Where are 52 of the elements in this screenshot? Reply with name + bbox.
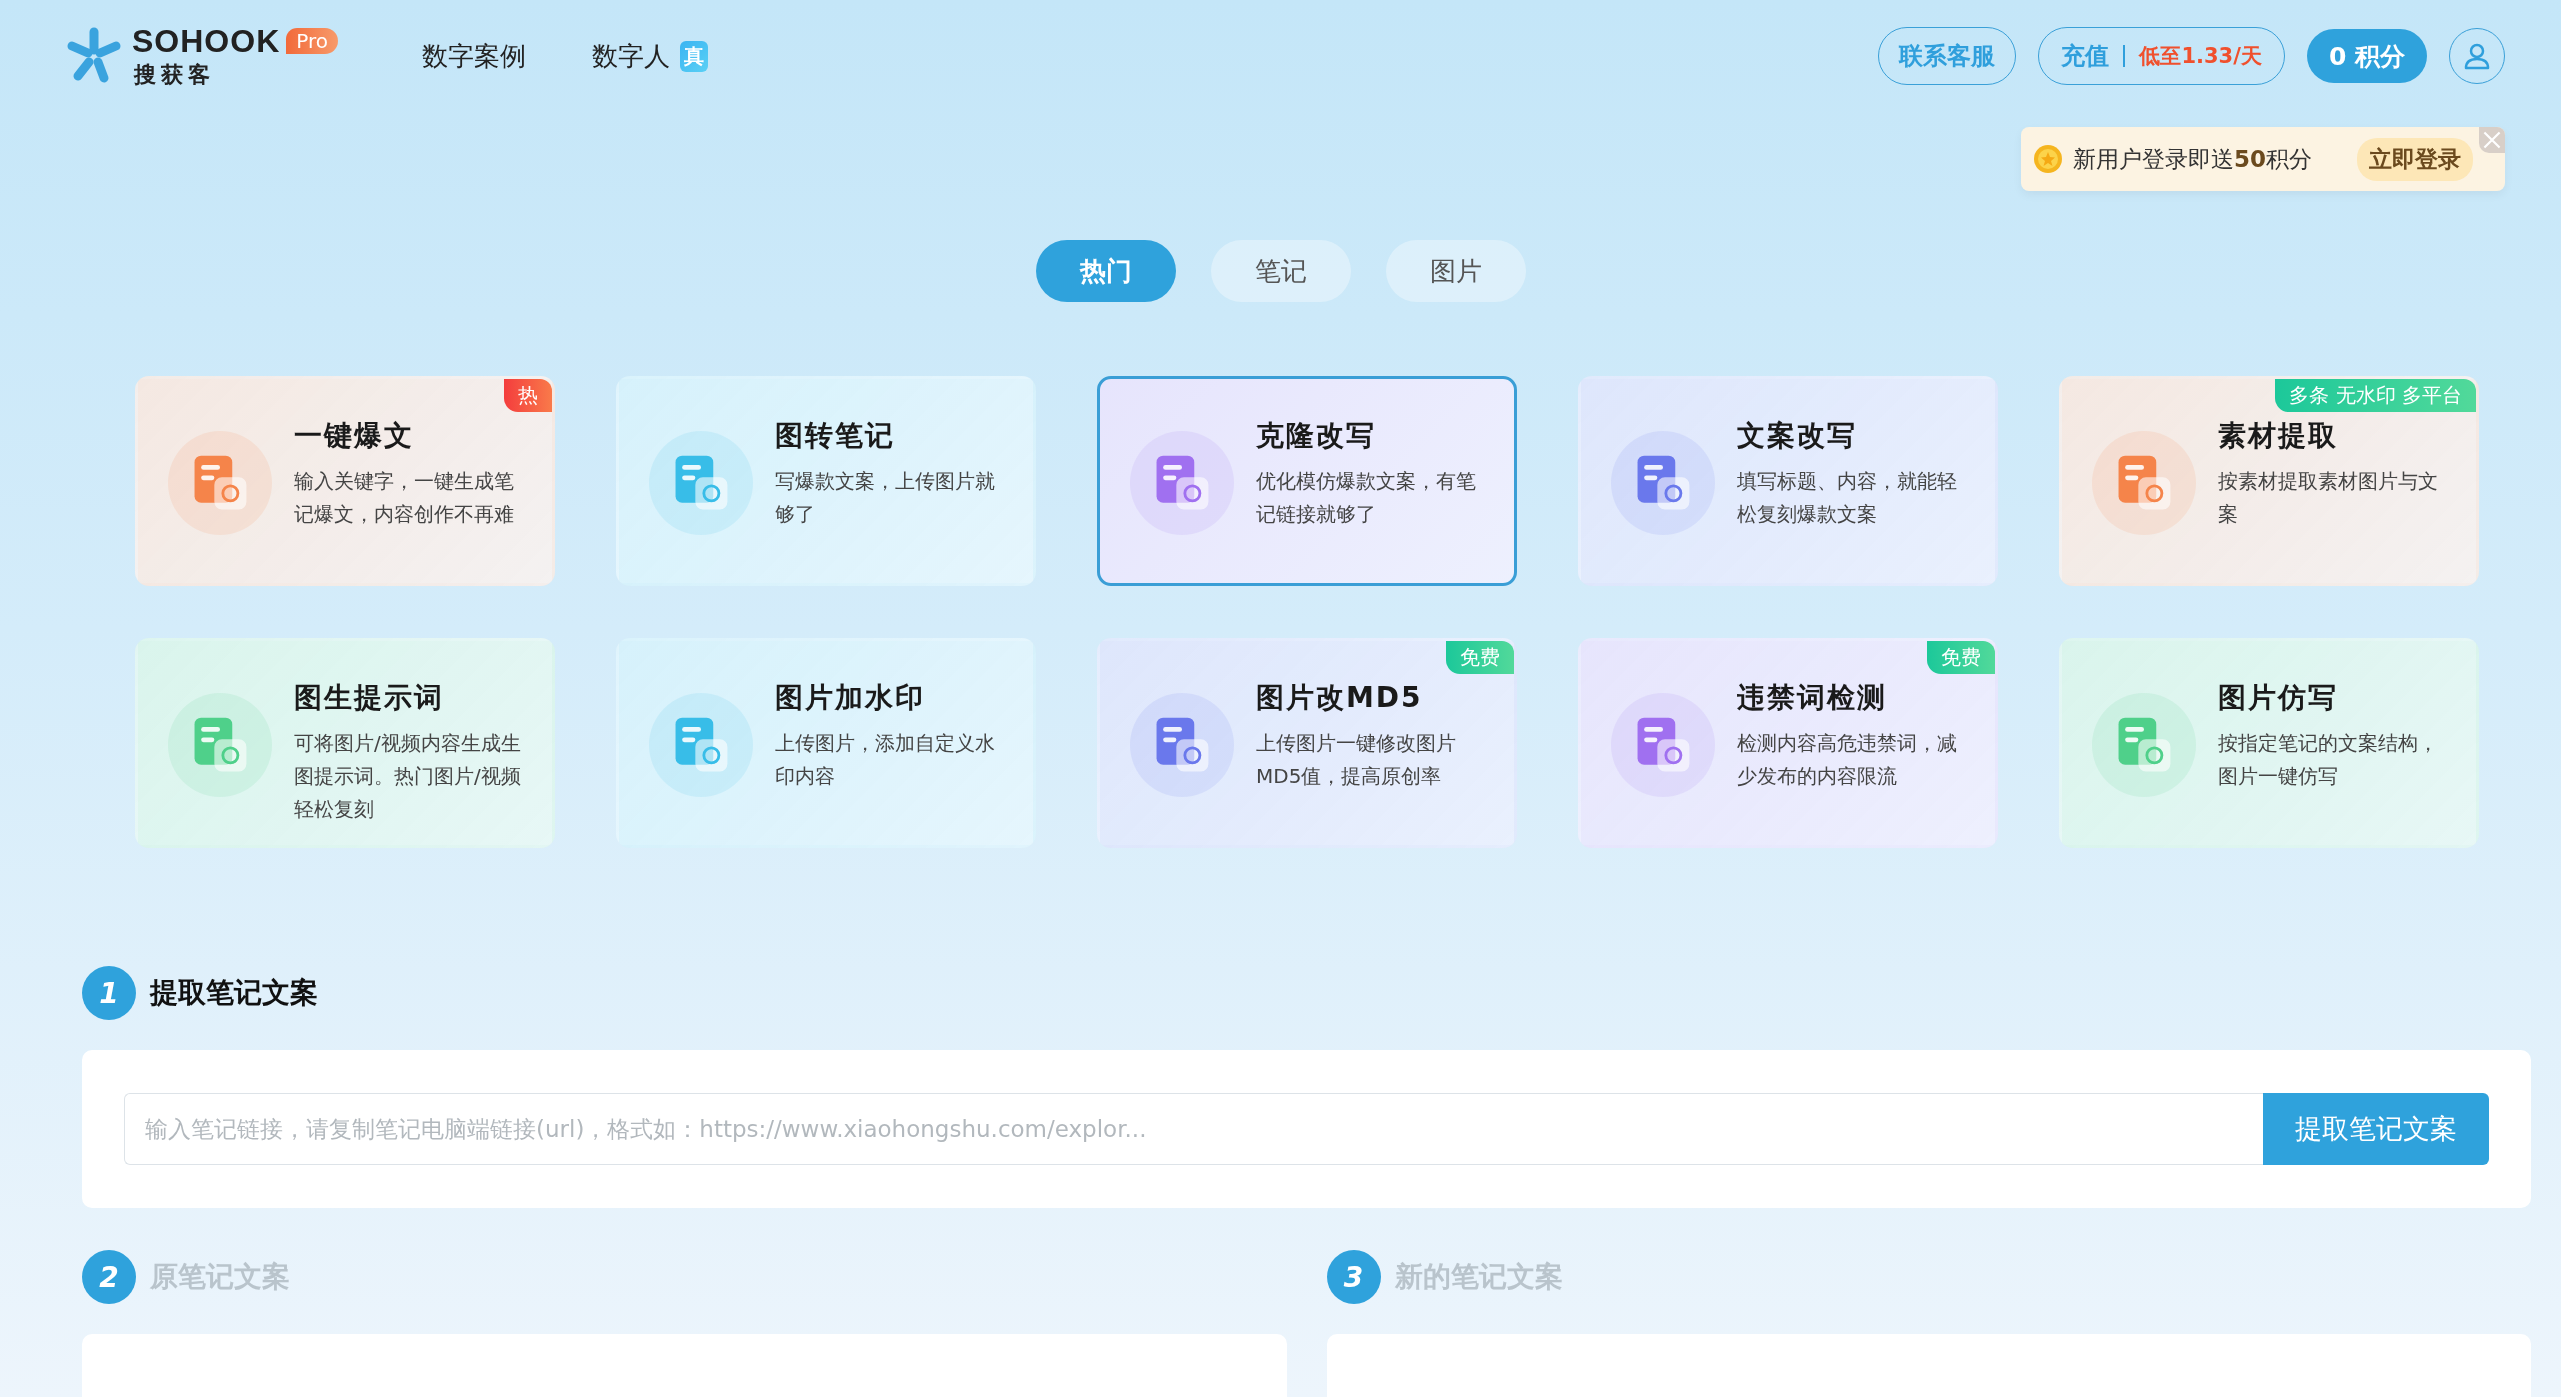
promo-text: 低至1.33/天 [2139, 43, 2262, 70]
card-badge: 多条 无水印 多平台 [2275, 379, 2476, 412]
nav-link[interactable]: 数字案例 [421, 38, 526, 74]
card-description: 上传图片一键修改图片MD5值，提高原创率 [1256, 730, 1457, 790]
card-title: 素材提取 [2218, 418, 2339, 454]
card-badge: 免费 [1927, 641, 1995, 674]
tool-card[interactable]: 图转笔记 写爆款文案，上传图片就够了 [616, 376, 1036, 586]
close-icon[interactable] [2479, 127, 2505, 153]
card-title: 图转笔记 [775, 418, 896, 454]
pro-badge: Pro [286, 28, 338, 54]
card-description: 上传图片，添加自定义水印内容 [775, 730, 996, 790]
card-description: 可将图片/视频内容生成生图提示词。热门图片/视频轻松复刻 [294, 730, 522, 823]
card-title: 克隆改写 [1256, 418, 1377, 454]
url-input-field[interactable]: 输入笔记链接，请复制笔记电脑端链接(url)，格式如：https://www.xiaohongshu.com/explor... [124, 1093, 2263, 1165]
brand-name: SOHOOK [132, 22, 281, 60]
card-title: 图生提示词 [294, 680, 445, 716]
category-tab[interactable]: 笔记 [1210, 240, 1351, 302]
card-title: 图片仿写 [2218, 680, 2339, 716]
card-title: 图片改MD5 [1256, 680, 1424, 716]
promo-message: 新用户登录即送50积分 [2073, 144, 2312, 174]
step-title: 提取笔记文案 [150, 975, 318, 1011]
step-number: 1 [82, 966, 136, 1020]
step-number: 3 [1326, 1250, 1381, 1304]
nav-badge: 真 [679, 40, 708, 72]
tool-card[interactable]: 热 一键爆文 输入关键字，一键生成笔记爆文，内容创作不再难 [135, 376, 555, 586]
card-title: 图片加水印 [775, 680, 926, 716]
star-coin-icon [2033, 144, 2063, 174]
step-number: 2 [82, 1250, 136, 1304]
tool-card[interactable]: 多条 无水印 多平台 素材提取 按素材提取素材图片与文案 [2059, 376, 2479, 586]
card-badge: 免费 [1446, 641, 1514, 674]
tool-card[interactable]: 图片加水印 上传图片，添加自定义水印内容 [616, 638, 1036, 848]
tool-card[interactable]: 文案改写 填写标题、内容，就能轻松复刻爆款文案 [1578, 376, 1998, 586]
login-button[interactable]: 立即登录 [2357, 137, 2473, 181]
card-description: 输入关键字，一键生成笔记爆文，内容创作不再难 [294, 468, 515, 528]
brand-subtitle: 搜获客 [134, 60, 216, 89]
card-description: 按指定笔记的文案结构，图片一键仿写 [2218, 730, 2439, 790]
card-description: 写爆款文案，上传图片就够了 [775, 468, 996, 528]
tool-card[interactable]: 图片仿写 按指定笔记的文案结构，图片一键仿写 [2059, 638, 2479, 848]
card-description: 填写标题、内容，就能轻松复刻爆款文案 [1737, 468, 1958, 528]
card-title: 文案改写 [1737, 418, 1858, 454]
category-tab[interactable]: 图片 [1385, 240, 1526, 302]
tool-card[interactable]: 免费 违禁词检测 检测内容高危违禁词，减少发布的内容限流 [1578, 638, 1998, 848]
card-description: 优化模仿爆款文案，有笔记链接就够了 [1256, 468, 1477, 528]
card-title: 一键爆文 [294, 418, 415, 454]
nav-link[interactable]: 数字人 真 [591, 38, 708, 74]
tool-card[interactable]: 图生提示词 可将图片/视频内容生成生图提示词。热门图片/视频轻松复刻 [135, 638, 555, 848]
card-badge: 热 [504, 379, 552, 412]
card-description: 检测内容高危违禁词，减少发布的内容限流 [1737, 730, 1958, 790]
tool-card[interactable]: 免费 图片改MD5 上传图片一键修改图片MD5值，提高原创率 [1097, 638, 1517, 848]
card-description: 按素材提取素材图片与文案 [2218, 468, 2439, 528]
tool-card[interactable]: 克隆改写 优化模仿爆款文案，有笔记链接就够了 [1097, 376, 1517, 586]
card-title: 违禁词检测 [1737, 680, 1888, 716]
